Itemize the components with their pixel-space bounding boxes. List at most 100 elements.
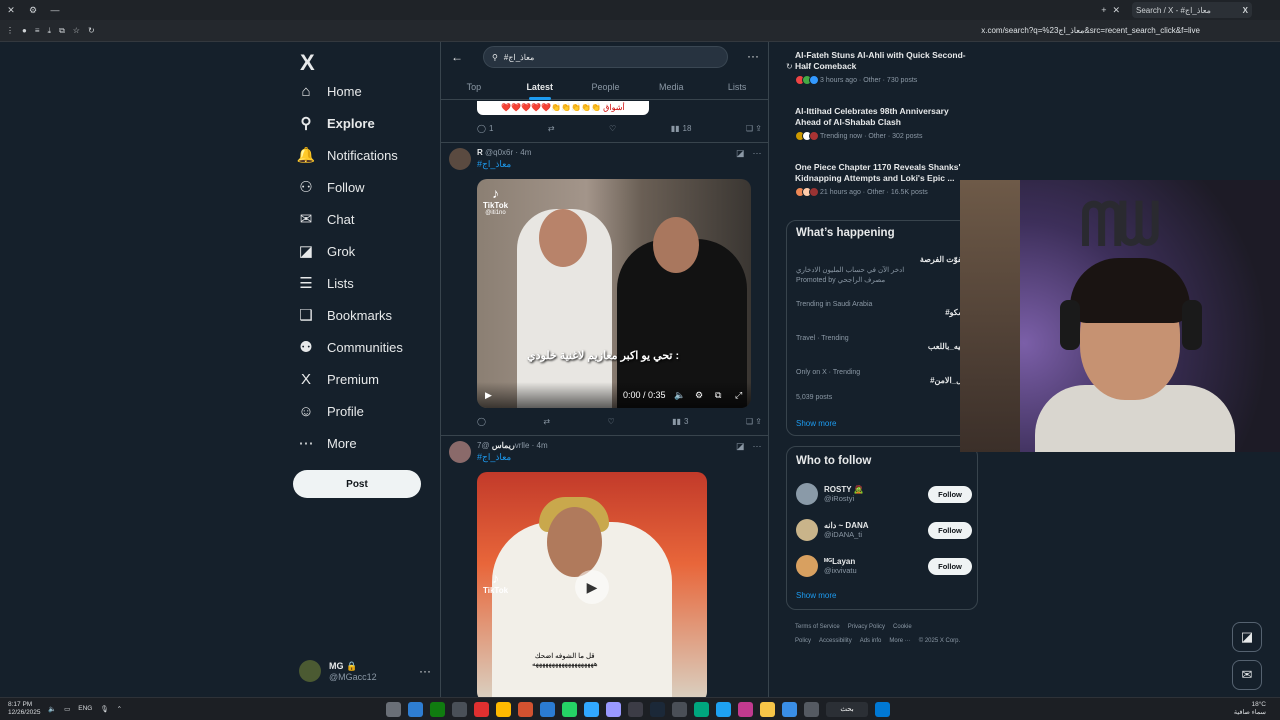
search-input[interactable]: ⚲ #معاذ_اج bbox=[483, 46, 728, 68]
app-icon[interactable] bbox=[672, 702, 687, 717]
reply-button[interactable]: ◯ 1 bbox=[477, 124, 493, 133]
trend-item[interactable]: Trending in Saudi Arabia #راسكو bbox=[796, 301, 971, 317]
account-switcher[interactable]: MG 🔒 @MGacc12 ··· bbox=[299, 660, 431, 682]
settings-icon[interactable]: ⚙ bbox=[695, 390, 703, 401]
grok-float-icon[interactable]: ◪ bbox=[1232, 622, 1262, 652]
tab-lists[interactable]: Lists bbox=[704, 78, 768, 99]
xbox-icon[interactable] bbox=[430, 702, 445, 717]
tweet-author[interactable]: ريماس bbox=[492, 441, 515, 450]
previous-tweet-image[interactable]: ❤️❤️❤️❤️❤️👏👏👏👏👏 أشواق bbox=[477, 101, 649, 115]
app-icon[interactable] bbox=[694, 702, 709, 717]
nav-item-lists[interactable]: ☰ Lists bbox=[297, 269, 353, 297]
views-button[interactable]: ▮▮ 18 bbox=[671, 124, 692, 133]
back-arrow-icon[interactable]: ← bbox=[451, 50, 463, 64]
app-icon[interactable] bbox=[782, 702, 797, 717]
footer-link[interactable]: More ··· bbox=[889, 638, 910, 644]
more-dots-icon[interactable]: ··· bbox=[753, 441, 762, 452]
weather-widget[interactable]: 18°C سماء صافية bbox=[1234, 701, 1266, 717]
footer-link[interactable]: Terms of Service bbox=[795, 624, 840, 630]
follow-suggestion[interactable]: ᴹᴳLayan @ixvivatu Follow bbox=[796, 553, 972, 579]
file-explorer-icon[interactable] bbox=[760, 702, 775, 717]
show-more-link[interactable]: Show more bbox=[796, 591, 836, 600]
like-button[interactable]: ♡ bbox=[608, 417, 615, 426]
bookmark-share[interactable]: ❑ ⇪ bbox=[746, 417, 762, 426]
nav-item-home[interactable]: ⌂ Home bbox=[297, 77, 361, 105]
nav-item-communities[interactable]: ⚉ Communities bbox=[297, 333, 403, 361]
download-icon[interactable]: ⤓ bbox=[48, 26, 52, 36]
network-icon[interactable]: ▭ bbox=[64, 705, 70, 713]
follow-button[interactable]: Follow bbox=[928, 557, 972, 575]
footer-link[interactable]: Ads info bbox=[860, 638, 882, 644]
avatar[interactable] bbox=[449, 441, 471, 463]
folder-icon[interactable] bbox=[496, 702, 511, 717]
like-button[interactable]: ♡ bbox=[609, 124, 616, 133]
trend-item[interactable]: Only on X · Trending #رجل_الامن bbox=[796, 369, 971, 385]
trending-news-item[interactable]: Al-Fateh Stuns Al-Ahli with Quick Second… bbox=[795, 50, 971, 85]
grok-icon[interactable]: ◪ bbox=[736, 441, 745, 452]
tab-close-icon[interactable]: ✕ bbox=[1112, 5, 1120, 16]
more-dots-icon[interactable]: ··· bbox=[753, 148, 762, 159]
avatar[interactable] bbox=[449, 148, 471, 170]
whatsapp-icon[interactable] bbox=[562, 702, 577, 717]
follow-button[interactable]: Follow bbox=[928, 521, 972, 539]
premiere-icon[interactable] bbox=[606, 702, 621, 717]
minimize-icon[interactable]: — bbox=[44, 5, 66, 15]
show-more-link[interactable]: Show more bbox=[796, 419, 836, 428]
extensions-icon[interactable]: ⧉ bbox=[59, 26, 65, 36]
volume-icon[interactable]: 🔈 bbox=[48, 705, 56, 713]
pip-icon[interactable]: ⧉ bbox=[715, 390, 721, 401]
nav-item-notifications[interactable]: 🔔 Notifications bbox=[297, 141, 398, 169]
app-icon[interactable] bbox=[408, 702, 423, 717]
video-player[interactable]: ♪ TikTok ▶ قل ما الشوفه اضحك ههههههههههه… bbox=[477, 472, 707, 697]
play-icon[interactable]: ▶ bbox=[485, 390, 492, 401]
taskbar-search[interactable]: بحث bbox=[826, 702, 868, 717]
promoted-trend[interactable]: لا تفوّت الفرصة ادخر الآن في حساب المليو… bbox=[796, 255, 971, 284]
trending-news-item[interactable]: One Piece Chapter 1170 Reveals Shanks' K… bbox=[795, 162, 971, 197]
post-button[interactable]: Post bbox=[293, 470, 421, 498]
follow-suggestion[interactable]: ROSTY 🧟 @iRostyi Follow bbox=[796, 481, 972, 507]
volume-icon[interactable]: 🔈 bbox=[674, 390, 685, 401]
trending-news-item[interactable]: Al-Ittihad Celebrates 98th Anniversary A… bbox=[795, 106, 971, 141]
hashtag-link[interactable]: #معاذ_اج bbox=[477, 452, 548, 463]
steam-icon[interactable] bbox=[650, 702, 665, 717]
hashtag-link[interactable]: #معاذ_اج bbox=[477, 159, 531, 170]
messages-float-icon[interactable]: ✉ bbox=[1232, 660, 1262, 690]
reply-button[interactable]: ◯ bbox=[477, 417, 486, 426]
close-icon[interactable]: ✕ bbox=[0, 5, 22, 16]
nav-item-premium[interactable]: X Premium bbox=[297, 365, 379, 393]
retweet-button[interactable]: ⇄ bbox=[543, 417, 550, 426]
fullscreen-icon[interactable]: ⤢ bbox=[735, 390, 742, 401]
star-icon[interactable]: ☆ bbox=[73, 26, 80, 36]
browser-icon[interactable] bbox=[716, 702, 731, 717]
app-icon[interactable] bbox=[804, 702, 819, 717]
history-icon[interactable]: ≡ bbox=[35, 26, 40, 36]
retweet-button[interactable]: ⇄ bbox=[548, 124, 555, 133]
profile-icon[interactable]: ● bbox=[22, 26, 27, 36]
footer-link[interactable]: Accessibility bbox=[819, 638, 852, 644]
language-indicator[interactable]: ENG bbox=[78, 705, 92, 713]
app-icon[interactable] bbox=[628, 702, 643, 717]
nav-item-more[interactable]: ⋯ More bbox=[297, 429, 357, 457]
tab-top[interactable]: Top bbox=[441, 78, 507, 99]
nav-item-grok[interactable]: ◪ Grok bbox=[297, 237, 355, 265]
tweet-author[interactable]: R bbox=[477, 148, 483, 157]
taskbar-clock[interactable]: 8:17 PM 12/26/2025 bbox=[8, 701, 41, 717]
menu-icon[interactable]: ⋮ bbox=[6, 26, 14, 36]
play-icon[interactable]: ▶ bbox=[575, 570, 609, 604]
nav-item-explore[interactable]: ⚲ Explore bbox=[297, 109, 375, 137]
app-icon[interactable] bbox=[518, 702, 533, 717]
app-icon[interactable] bbox=[738, 702, 753, 717]
app-icon[interactable] bbox=[386, 702, 401, 717]
url-field[interactable]: x.com/search?q=%23معاذ_اج&src=recent_sea… bbox=[981, 26, 1200, 35]
start-icon[interactable] bbox=[875, 702, 890, 717]
footer-link[interactable]: Privacy Policy bbox=[848, 624, 885, 630]
bookmark-share[interactable]: ❑ ⇪ bbox=[746, 124, 762, 133]
more-dots-icon[interactable]: ··· bbox=[419, 664, 431, 678]
app-icon[interactable] bbox=[540, 702, 555, 717]
nav-item-profile[interactable]: ☺ Profile bbox=[297, 397, 364, 425]
nav-item-bookmarks[interactable]: ❑ Bookmarks bbox=[297, 301, 392, 329]
tab-latest[interactable]: Latest bbox=[507, 78, 573, 100]
new-tab-icon[interactable]: + bbox=[1101, 5, 1106, 16]
grok-icon[interactable]: ◪ bbox=[736, 148, 745, 159]
follow-suggestion[interactable]: دانه ~ DANA @iDANA_ti Follow bbox=[796, 517, 972, 543]
